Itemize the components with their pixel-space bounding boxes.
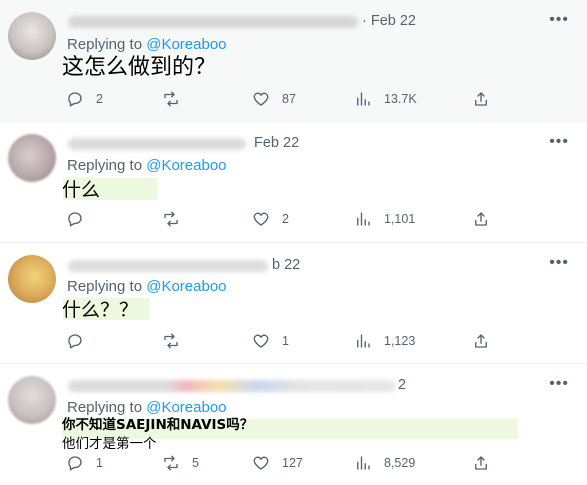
tweet[interactable]: · Feb 22 ••• Replying to @Koreaboo 这怎么做到… — [0, 0, 587, 122]
reply-icon — [68, 92, 82, 107]
more-icon[interactable]: ••• — [549, 11, 569, 29]
share-icon — [475, 212, 487, 226]
tweet-text: 你不知道SAEJIN和NAVIS吗？ 他们才是第一个 — [62, 416, 253, 454]
retweet-icon — [164, 211, 178, 227]
blurred-username — [68, 16, 358, 28]
share-icon — [475, 92, 487, 106]
like-count: 2 — [282, 212, 289, 226]
reply-icon — [68, 334, 82, 349]
retweet-icon — [164, 333, 178, 349]
share-button[interactable] — [472, 453, 490, 473]
avatar[interactable] — [8, 134, 56, 182]
share-icon — [475, 334, 487, 348]
tweet-date[interactable]: b 22 — [272, 257, 300, 273]
action-bar: 2 87 13.7K — [66, 89, 506, 109]
tweet-text: 什么 — [62, 179, 101, 201]
views-button[interactable]: 8,529 — [354, 453, 415, 473]
share-button[interactable] — [472, 209, 490, 229]
replying-to: Replying to @Koreaboo — [67, 36, 227, 53]
more-icon[interactable]: ••• — [549, 254, 569, 272]
retweet-icon — [164, 455, 178, 471]
retweet-button[interactable] — [162, 331, 192, 351]
reply-button[interactable]: 2 — [66, 89, 103, 109]
reply-icon — [68, 212, 82, 227]
reply-count: 1 — [96, 456, 103, 470]
action-bar: 2 1,101 — [66, 209, 506, 229]
reply-button[interactable]: 1 — [66, 453, 103, 473]
tweet[interactable]: b 22 ••• Replying to @Koreaboo 什么？？ 1 1,… — [0, 243, 587, 364]
views-icon — [357, 456, 370, 470]
avatar[interactable] — [8, 12, 56, 60]
like-button[interactable]: 1 — [252, 331, 289, 351]
share-button[interactable] — [472, 331, 490, 351]
tweet-text: 什么？？ — [62, 299, 139, 321]
reply-handle-link[interactable]: @Koreaboo — [146, 157, 226, 174]
replying-to: Replying to @Koreaboo — [67, 399, 227, 416]
retweet-button[interactable]: 5 — [162, 453, 199, 473]
more-icon[interactable]: ••• — [549, 133, 569, 151]
more-icon[interactable]: ••• — [549, 375, 569, 393]
like-button[interactable]: 127 — [252, 453, 303, 473]
views-icon — [357, 92, 370, 106]
tweet-text: 这怎么做到的？ — [62, 55, 217, 80]
reply-button[interactable] — [66, 331, 96, 351]
reply-handle-link[interactable]: @Koreaboo — [146, 399, 226, 416]
tweet-text-line: 他们才是第一个 — [62, 436, 157, 452]
tweet-text-line: 你不知道SAEJIN和NAVIS吗？ — [62, 417, 254, 433]
share-button[interactable] — [472, 89, 490, 109]
retweet-button[interactable] — [162, 209, 192, 229]
blurred-username — [68, 380, 396, 392]
tweet[interactable]: 2 ••• Replying to @Koreaboo 你不知道SAEJIN和N… — [0, 364, 587, 485]
reply-handle-link[interactable]: @Koreaboo — [146, 36, 226, 53]
tweet[interactable]: Feb 22 ••• Replying to @Koreaboo 什么 2 1,… — [0, 122, 587, 243]
views-icon — [357, 212, 370, 226]
retweet-button[interactable] — [162, 89, 192, 109]
retweet-count: 5 — [192, 456, 199, 470]
like-count: 127 — [282, 456, 303, 470]
views-button[interactable]: 1,123 — [354, 331, 415, 351]
reply-count: 2 — [96, 92, 103, 106]
avatar[interactable] — [8, 376, 56, 424]
view-count: 1,101 — [384, 212, 416, 226]
like-count: 1 — [282, 334, 289, 348]
heart-icon — [253, 212, 269, 226]
heart-icon — [253, 456, 269, 470]
heart-icon — [253, 92, 269, 106]
views-icon — [357, 334, 370, 348]
avatar[interactable] — [8, 255, 56, 303]
like-count: 87 — [282, 92, 296, 106]
view-count: 13.7K — [384, 92, 417, 106]
replying-to: Replying to @Koreaboo — [67, 278, 227, 295]
views-button[interactable]: 13.7K — [354, 89, 417, 109]
view-count: 8,529 — [384, 456, 416, 470]
blurred-username — [68, 260, 268, 272]
blurred-username — [68, 138, 246, 150]
reply-icon — [68, 456, 82, 471]
reply-button[interactable] — [66, 209, 96, 229]
action-bar: 1 5 127 8,529 — [66, 453, 506, 473]
retweet-icon — [164, 91, 178, 107]
like-button[interactable]: 87 — [252, 89, 296, 109]
tweet-date[interactable]: Feb 22 — [254, 135, 299, 151]
heart-icon — [253, 334, 269, 348]
tweet-date[interactable]: 2 — [398, 377, 406, 393]
reply-handle-link[interactable]: @Koreaboo — [146, 278, 226, 295]
like-button[interactable]: 2 — [252, 209, 289, 229]
view-count: 1,123 — [384, 334, 416, 348]
share-icon — [475, 456, 487, 470]
views-button[interactable]: 1,101 — [354, 209, 415, 229]
replying-to: Replying to @Koreaboo — [67, 157, 227, 174]
action-bar: 1 1,123 — [66, 331, 506, 351]
tweet-date[interactable]: · Feb 22 — [362, 13, 416, 29]
